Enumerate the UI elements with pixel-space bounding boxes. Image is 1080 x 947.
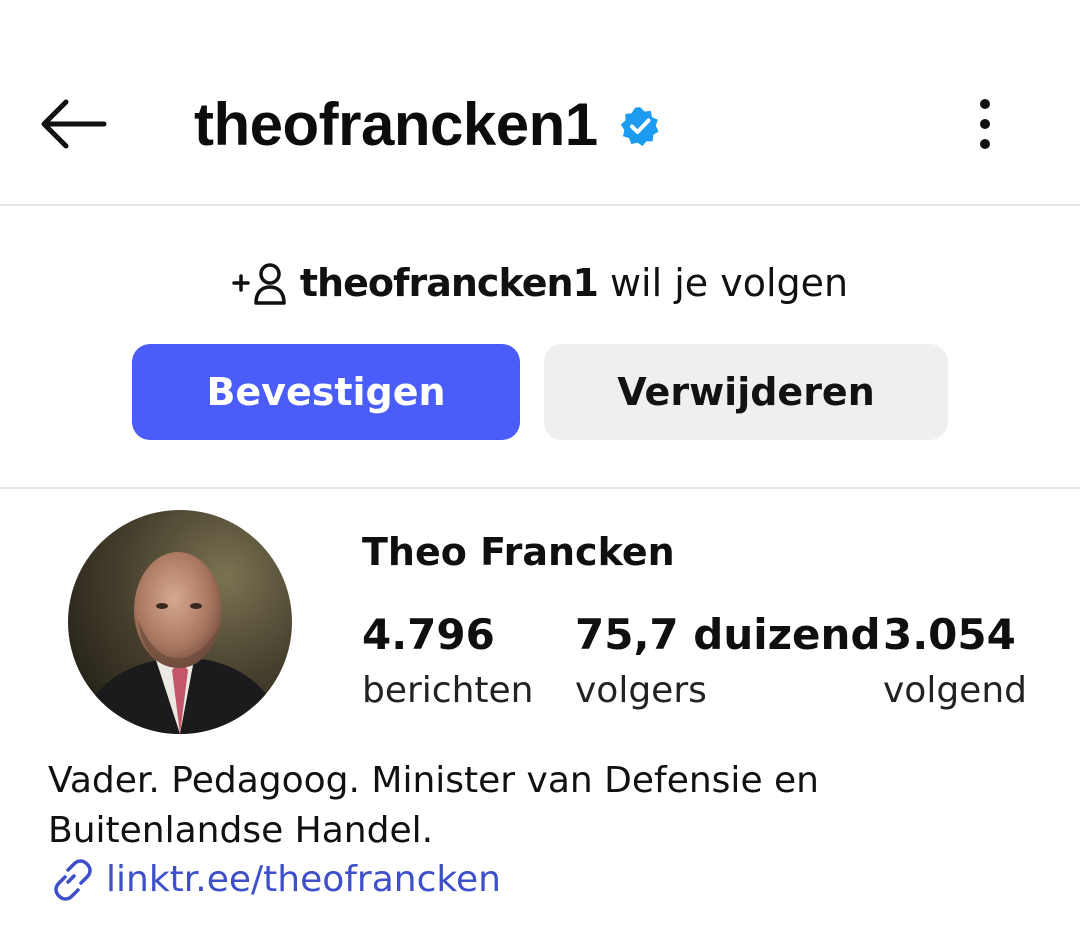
profile-photo: [68, 510, 292, 734]
profile-name: Theo Francken: [362, 530, 675, 574]
more-options-button[interactable]: [962, 96, 1008, 152]
add-person-icon: [232, 263, 286, 305]
verified-badge-icon: [620, 107, 659, 146]
stat-posts-label: berichten: [362, 670, 534, 711]
confirm-button[interactable]: Bevestigen: [132, 344, 520, 440]
page-title: theofrancken1: [194, 90, 598, 158]
bio-line: Vader. Pedagoog. Minister van Defensie e…: [48, 760, 819, 801]
stat-posts-value: 4.796: [362, 610, 495, 659]
divider: [0, 487, 1080, 489]
stat-followers[interactable]: 75,7 duizend volgers: [575, 608, 881, 718]
profile-link-text: linktr.ee/theofrancken: [106, 858, 501, 900]
remove-button[interactable]: Verwijderen: [544, 344, 948, 440]
stat-posts[interactable]: 4.796 berichten: [362, 608, 534, 718]
stat-followers-value: 75,7 duizend: [575, 610, 881, 659]
request-username[interactable]: theofrancken1: [300, 261, 599, 305]
username-header: theofrancken1: [194, 84, 660, 164]
back-button[interactable]: [36, 96, 108, 152]
stat-following-label: volgend: [883, 670, 1027, 711]
stat-followers-label: volgers: [575, 670, 707, 711]
arrow-left-icon: [41, 99, 107, 149]
avatar[interactable]: [68, 510, 292, 734]
top-bar: theofrancken1: [0, 0, 1080, 206]
stat-following[interactable]: 3.054 volgend: [883, 608, 1027, 718]
bio-line: Buitenlandse Handel.: [48, 810, 434, 851]
follow-request-text: theofrancken1 wil je volgen: [0, 252, 1080, 314]
more-vertical-icon: [980, 99, 990, 149]
stat-following-value: 3.054: [883, 610, 1016, 659]
request-message: wil je volgen: [609, 261, 849, 305]
link-icon: [54, 859, 92, 901]
profile-link[interactable]: linktr.ee/theofrancken: [48, 856, 501, 902]
profile-bio: Vader. Pedagoog. Minister van Defensie e…: [48, 756, 1048, 856]
